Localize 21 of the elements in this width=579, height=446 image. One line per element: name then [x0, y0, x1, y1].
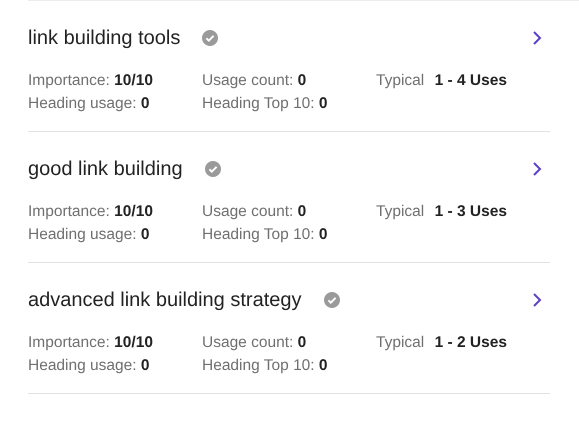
chevron-right-icon[interactable] [532, 292, 542, 308]
typical-uses-text: Typical 1 - 4 Uses [376, 72, 508, 90]
typical-uses-text: Typical 1 - 2 Uses [376, 334, 508, 352]
stat-text: Importance: 10/10 [28, 72, 154, 90]
stat-text: Usage count: 0 [202, 334, 308, 352]
chevron-right-icon[interactable] [532, 161, 542, 177]
stat-text: Usage count: 0 [202, 203, 308, 221]
stat-text: Heading Top 10: 0 [202, 357, 329, 375]
stat-text: Heading usage: 0 [28, 95, 151, 113]
stat-text: Heading usage: 0 [28, 226, 151, 244]
stat-text: Importance: 10/10 [28, 203, 154, 221]
stat-text: Heading Top 10: 0 [202, 95, 329, 113]
stat-text: Usage count: 0 [202, 72, 308, 90]
stat-text: Importance: 10/10 [28, 334, 154, 352]
typical-uses-text: Typical 1 - 3 Uses [376, 203, 508, 221]
stat-text: Heading Top 10: 0 [202, 226, 329, 244]
keyword-title: link building tools [28, 26, 180, 50]
keyword-title: advanced link building strategy [28, 288, 302, 312]
chevron-right-icon[interactable] [532, 30, 542, 46]
keyword-title: good link building [28, 158, 183, 180]
stat-text: Heading usage: 0 [28, 357, 151, 375]
